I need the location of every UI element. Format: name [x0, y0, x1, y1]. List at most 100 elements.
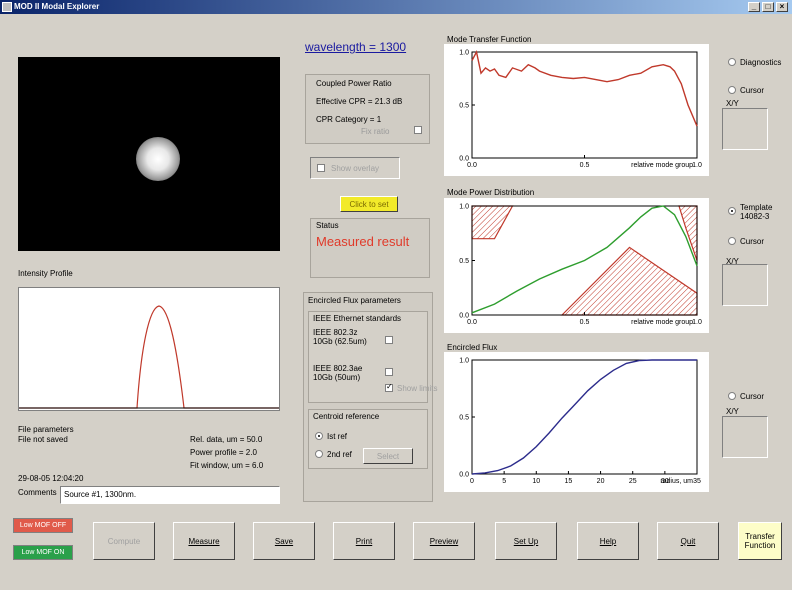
compute-button[interactable]: Compute — [93, 522, 155, 560]
led-low-mof-off: Low MOF OFF — [13, 518, 73, 533]
show-limits-checkbox[interactable] — [385, 382, 393, 392]
x-tick-label: 1.0 — [692, 162, 702, 169]
x-tick-label: 1.0 — [692, 319, 702, 326]
led-low-mof-on: Low MOF ON — [13, 545, 73, 560]
centroid-group: Centroid reference Ist ref 2nd ref Selec… — [308, 409, 428, 469]
diagnostics-label: Diagnostics — [740, 58, 782, 67]
cursor-radio-3[interactable] — [728, 392, 736, 400]
ieee-group: IEEE Ethernet standards IEEE 802.3z 10Gb… — [308, 311, 437, 403]
setup-button[interactable]: Set Up — [495, 522, 557, 560]
x-tick-label: 0.5 — [580, 319, 590, 326]
xy-label-1: X/Y — [726, 99, 739, 108]
rel-data-value: Rel. data, um = 50.0 — [190, 435, 263, 444]
ieee2-label: IEEE 802.3ae 10Gb (50um) — [313, 364, 363, 382]
y-tick-label: 0.0 — [459, 156, 469, 163]
diagnostics-radio[interactable] — [728, 58, 736, 66]
minimize-icon[interactable]: _ — [748, 2, 760, 12]
print-button[interactable]: Print — [333, 522, 395, 560]
y-tick-label: 1.0 — [459, 204, 469, 211]
y-tick-label: 0.0 — [459, 472, 469, 479]
x-tick-label: 0.0 — [467, 162, 477, 169]
status-group: Status Measured result — [310, 218, 430, 278]
comments-input[interactable]: Source #1, 1300nm. — [60, 486, 280, 504]
save-button[interactable]: Save — [253, 522, 315, 560]
cpr-fix-ratio-label: Fix ratio — [361, 127, 390, 136]
wavelength-label[interactable]: wavelength = 1300 — [305, 40, 406, 54]
plot-frame — [471, 359, 698, 475]
cpr-effective: Effective CPR = 21.3 dB — [316, 97, 403, 106]
ieee2-checkbox[interactable] — [385, 368, 393, 376]
centroid-radio-1[interactable] — [315, 432, 323, 440]
xy-label-3: X/Y — [726, 407, 739, 416]
ef-chart: 0 5 10 15 20 25 30 350.00.51.0radius, um — [459, 358, 701, 486]
x-tick-label: 15 — [565, 478, 573, 485]
centroid-select-button[interactable]: Select — [363, 448, 413, 464]
maximize-icon[interactable]: □ — [762, 2, 774, 12]
status-value: Measured result — [316, 234, 410, 249]
mtf-frame: 0.0 0.5 1.0 0.0 0.5 1.0 relative mode group — [444, 44, 709, 176]
ef-params-group: Encircled Flux parameters IEEE Ethernet … — [303, 292, 437, 502]
show-overlay-checkbox[interactable] — [317, 164, 325, 172]
file-datetime: 29-08-05 12:04:20 — [18, 474, 84, 483]
mpd-chart: 0.0 0.5 1.00.00.51.0relative mode group — [459, 204, 702, 327]
show-limits-label: Show limits — [397, 384, 438, 393]
close-icon[interactable]: × — [776, 2, 788, 12]
x-axis-label: radius, um — [660, 478, 693, 485]
centroid-radio-2[interactable] — [315, 450, 323, 458]
centroid-opt1: Ist ref — [327, 432, 348, 441]
intensity-curve — [19, 305, 279, 409]
y-tick-label: 0.5 — [459, 103, 469, 110]
cursor-label-2: Cursor — [740, 237, 765, 246]
cursor-label-3: Cursor — [740, 392, 765, 401]
ef-params-title: Encircled Flux parameters — [308, 296, 401, 305]
x-tick-label: 0 — [470, 478, 474, 485]
cursor-radio-1[interactable] — [728, 86, 736, 94]
measure-button[interactable]: Measure — [173, 522, 235, 560]
template-region-2 — [678, 205, 698, 261]
beam-spot — [136, 137, 180, 181]
window-title: MOD II Modal Explorer — [14, 2, 100, 11]
template-region-0 — [471, 205, 514, 240]
comments-value: Source #1, 1300nm. — [64, 490, 137, 499]
y-tick-label: 0.0 — [459, 313, 469, 320]
preview-button[interactable]: Preview — [413, 522, 475, 560]
intensity-plot — [18, 287, 280, 411]
quit-button[interactable]: Quit — [657, 522, 719, 560]
series-line-0 — [471, 359, 697, 475]
template-radio[interactable] — [728, 207, 736, 215]
cpr-group: Coupled Power Ratio Effective CPR = 21.3… — [305, 74, 430, 144]
ieee1-checkbox[interactable] — [385, 336, 393, 344]
yellow-set-button[interactable]: Click to set — [340, 196, 398, 212]
mpd-title: Mode Power Distribution — [447, 188, 535, 197]
cpr-fix-ratio-checkbox[interactable] — [414, 126, 422, 134]
title-bar[interactable]: MOD II Modal Explorer _ □ × — [0, 0, 792, 14]
x-tick-label: 0.0 — [467, 319, 477, 326]
cpr-title: Coupled Power Ratio — [316, 79, 392, 88]
xy-readout-3 — [722, 416, 768, 458]
y-tick-label: 1.0 — [459, 358, 469, 365]
app-window: MOD II Modal Explorer _ □ × Intensity Pr… — [0, 0, 792, 590]
x-tick-label: 25 — [629, 478, 637, 485]
beam-image — [18, 57, 280, 251]
ieee1-label: IEEE 802.3z 10Gb (62.5um) — [313, 328, 367, 346]
help-button[interactable]: Help — [577, 522, 639, 560]
file-params-title: File parameters — [18, 425, 74, 434]
mtf-chart: 0.0 0.5 1.00.00.51.0relative mode group — [459, 50, 702, 170]
x-tick-label: 10 — [532, 478, 540, 485]
ef-title: Encircled Flux — [447, 343, 498, 352]
intensity-title: Intensity Profile — [18, 269, 73, 278]
cursor-radio-2[interactable] — [728, 237, 736, 245]
x-tick-label: 0.5 — [580, 162, 590, 169]
xy-readout-1 — [722, 108, 768, 150]
app-icon — [2, 2, 12, 12]
transfer-function-button[interactable]: Transfer Function — [738, 522, 782, 560]
show-overlay-label: Show overlay — [331, 164, 380, 173]
y-tick-label: 1.0 — [459, 50, 469, 57]
file-saved-status: File not saved — [18, 435, 68, 444]
centroid-title: Centroid reference — [313, 412, 380, 421]
x-axis-label: relative mode group — [631, 162, 693, 169]
template-region-1 — [560, 246, 698, 316]
comments-label: Comments — [18, 488, 57, 497]
xy-readout-2 — [722, 264, 768, 306]
cursor-label-1: Cursor — [740, 86, 765, 95]
